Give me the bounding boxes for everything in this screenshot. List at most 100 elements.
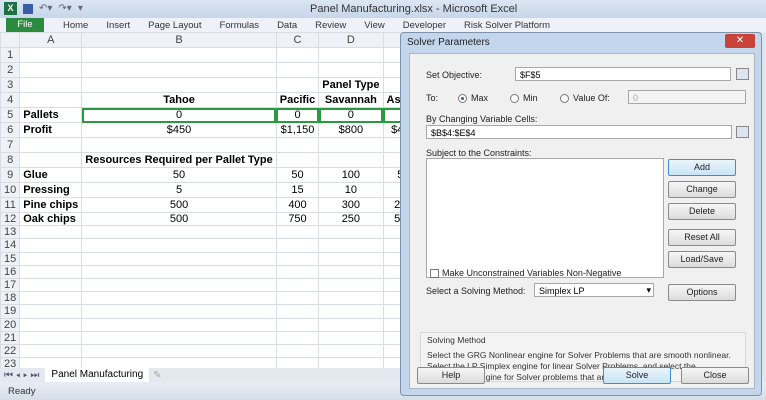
cell-E23[interactable] — [383, 358, 400, 368]
cell-D13[interactable] — [319, 226, 383, 239]
reset-all-button[interactable]: Reset All — [668, 229, 736, 246]
undo-icon[interactable]: ↶▾ — [39, 3, 52, 14]
row-header[interactable]: 10 — [1, 183, 20, 198]
cell-B19[interactable] — [82, 305, 276, 318]
value-of-radio[interactable]: Value Of: — [560, 93, 610, 103]
cell-B1[interactable] — [82, 48, 276, 63]
sheet-nav-icon[interactable]: ⏮ ◂ ▸ ⏭ — [4, 370, 39, 381]
cell-A20[interactable] — [20, 318, 82, 331]
row-header[interactable]: 12 — [1, 213, 20, 226]
cell-B10[interactable]: 5 — [82, 183, 276, 198]
cell-C9[interactable]: 50 — [276, 168, 318, 183]
cell-E22[interactable] — [383, 344, 400, 357]
cell-D20[interactable] — [319, 318, 383, 331]
tab-risk-solver[interactable]: Risk Solver Platform — [464, 20, 550, 31]
cell-E9[interactable]: 50 — [383, 168, 400, 183]
cell-E5[interactable]: 0 — [383, 108, 400, 123]
tab-insert[interactable]: Insert — [106, 20, 130, 31]
row-header[interactable]: 9 — [1, 168, 20, 183]
cell-B7[interactable] — [82, 138, 276, 153]
close-icon[interactable]: ✕ — [725, 34, 755, 48]
cell-C16[interactable] — [276, 265, 318, 278]
row-header[interactable]: 17 — [1, 278, 20, 291]
solving-method-select[interactable]: Simplex LP▾ — [534, 283, 654, 297]
cell-C3[interactable] — [276, 78, 318, 93]
range-select-icon[interactable] — [736, 126, 749, 138]
sheet-tab[interactable]: Panel Manufacturing — [45, 368, 149, 382]
cell-D11[interactable]: 300 — [319, 198, 383, 213]
row-header[interactable]: 21 — [1, 331, 20, 344]
cell-E7[interactable] — [383, 138, 400, 153]
cell-C8[interactable] — [276, 153, 318, 168]
cell-D23[interactable] — [319, 358, 383, 368]
cell-E17[interactable] — [383, 278, 400, 291]
row-header[interactable]: 14 — [1, 239, 20, 252]
help-button[interactable]: Help — [417, 367, 485, 384]
constraints-list[interactable] — [426, 158, 664, 278]
cell-A8[interactable] — [20, 153, 82, 168]
cell-A17[interactable] — [20, 278, 82, 291]
cell-D9[interactable]: 100 — [319, 168, 383, 183]
cell-C22[interactable] — [276, 344, 318, 357]
cell-B11[interactable]: 500 — [82, 198, 276, 213]
cell-E16[interactable] — [383, 265, 400, 278]
objective-input[interactable]: $F$5 — [515, 67, 731, 81]
cell-A19[interactable] — [20, 305, 82, 318]
cell-D19[interactable] — [319, 305, 383, 318]
cell-E13[interactable] — [383, 226, 400, 239]
cell-A11[interactable]: Pine chips — [20, 198, 82, 213]
row-header[interactable]: 23 — [1, 358, 20, 368]
cell-B15[interactable] — [82, 252, 276, 265]
row-header[interactable]: 5 — [1, 108, 20, 123]
save-icon[interactable] — [23, 4, 33, 14]
cell-B13[interactable] — [82, 226, 276, 239]
cell-E8[interactable] — [383, 153, 400, 168]
add-button[interactable]: Add — [668, 159, 736, 176]
cell-E10[interactable]: 5 — [383, 183, 400, 198]
cell-B3[interactable] — [82, 78, 276, 93]
cell-A6[interactable]: Profit — [20, 123, 82, 138]
max-radio[interactable]: Max — [458, 93, 488, 103]
cell-A12[interactable]: Oak chips — [20, 213, 82, 226]
cell-D1[interactable] — [319, 48, 383, 63]
cell-B9[interactable]: 50 — [82, 168, 276, 183]
cell-C5[interactable]: 0 — [276, 108, 318, 123]
cell-E11[interactable]: 200 — [383, 198, 400, 213]
column-header[interactable]: A — [20, 33, 82, 48]
cell-D18[interactable] — [319, 292, 383, 305]
cell-B12[interactable]: 500 — [82, 213, 276, 226]
cell-C6[interactable]: $1,150 — [276, 123, 318, 138]
value-of-input[interactable]: 0 — [628, 90, 746, 104]
cell-A5[interactable]: Pallets — [20, 108, 82, 123]
cell-B23[interactable] — [82, 358, 276, 368]
solve-button[interactable]: Solve — [603, 367, 671, 384]
column-header[interactable]: D — [319, 33, 383, 48]
tab-review[interactable]: Review — [315, 20, 346, 31]
cell-B18[interactable] — [82, 292, 276, 305]
load-save-button[interactable]: Load/Save — [668, 251, 736, 268]
cell-A22[interactable] — [20, 344, 82, 357]
redo-icon[interactable]: ↷▾ — [58, 3, 71, 14]
cell-A14[interactable] — [20, 239, 82, 252]
tab-home[interactable]: Home — [63, 20, 88, 31]
changing-cells-input[interactable]: $B$4:$E$4 — [426, 125, 732, 139]
cell-D2[interactable] — [319, 63, 383, 78]
cell-B22[interactable] — [82, 344, 276, 357]
cell-D7[interactable] — [319, 138, 383, 153]
column-header[interactable]: C — [276, 33, 318, 48]
cell-D22[interactable] — [319, 344, 383, 357]
row-header[interactable]: 22 — [1, 344, 20, 357]
cell-C1[interactable] — [276, 48, 318, 63]
cell-B17[interactable] — [82, 278, 276, 291]
cell-C23[interactable] — [276, 358, 318, 368]
cell-A16[interactable] — [20, 265, 82, 278]
row-header[interactable]: 18 — [1, 292, 20, 305]
cell-A23[interactable] — [20, 358, 82, 368]
cell-E6[interactable]: $400 — [383, 123, 400, 138]
cell-A1[interactable] — [20, 48, 82, 63]
tab-page-layout[interactable]: Page Layout — [148, 20, 201, 31]
row-header[interactable]: 2 — [1, 63, 20, 78]
cell-E12[interactable]: 500 — [383, 213, 400, 226]
spreadsheet-grid[interactable]: ABCDEFG 123Panel Type4TahoePacificSavann… — [0, 32, 400, 368]
options-button[interactable]: Options — [668, 284, 736, 301]
